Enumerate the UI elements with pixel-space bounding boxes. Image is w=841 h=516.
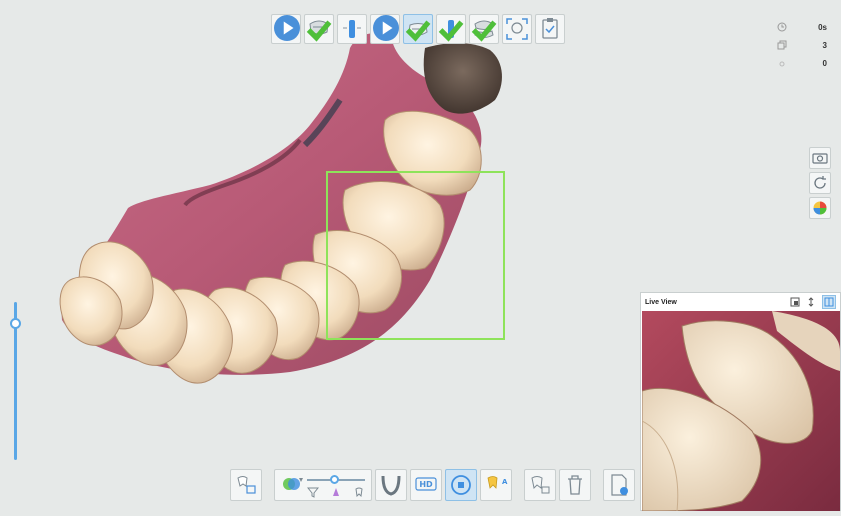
bottom-toolbar: HD A [230,469,635,501]
check-icon [438,20,464,42]
maxilla-done-button[interactable] [304,14,334,44]
capture-button[interactable] [809,147,831,169]
check-icon [306,20,332,42]
bite-done-button[interactable] [469,14,499,44]
report-button[interactable] [603,469,635,501]
review-button[interactable] [535,14,565,44]
play-badge-icon [274,15,300,41]
hd-mode-button[interactable]: HD [410,469,442,501]
ai-scan-button[interactable]: A [480,469,512,501]
live-view-header: Live View [641,293,840,311]
mandible-scan-button[interactable] [370,14,400,44]
depth-slider[interactable] [10,302,21,462]
ai-tooth-icon: A [487,476,508,489]
color-wheel-icon [813,201,827,215]
stat-time: 0s [777,18,827,36]
stop-scan-button[interactable] [445,469,477,501]
live-view-controls [790,295,836,309]
stop-icon [451,475,471,495]
face-scan-button[interactable] [502,14,532,44]
tooth-search-icon [237,476,256,494]
overlap-filter-icon[interactable] [279,472,305,498]
clipboard-check-icon [542,18,558,39]
hd-icon: HD [415,477,437,491]
reset-view-button[interactable] [809,172,831,194]
filter-high-icon [355,487,363,498]
dot-icon [779,61,785,67]
stat-extra-value: 0 [822,58,827,68]
filter-slider-group [274,469,372,501]
scanbody-lower-button[interactable] [436,14,466,44]
split-view-icon [824,297,834,307]
lock-area-button[interactable] [524,469,556,501]
color-map-button[interactable] [809,197,831,219]
mandible-done-button[interactable] [403,14,433,44]
face-scan-icon [506,18,528,40]
stat-time-value: 0s [818,22,827,32]
swap-vertical-icon[interactable] [806,297,816,307]
document-icon [611,474,628,496]
depth-slider-knob[interactable] [10,318,21,329]
check-icon [471,20,497,42]
top-toolbar [271,14,565,46]
tooth-lock-icon [531,476,550,494]
split-view-button[interactable] [822,295,836,309]
pip-icon[interactable] [790,297,800,307]
stat-frames: 3 [777,36,827,54]
refresh-icon [814,176,826,189]
copy-icon [777,40,787,50]
live-camera-feed [642,311,840,511]
camera-icon [812,153,828,164]
live-view-title: Live View [645,298,677,306]
svg-text:A: A [502,478,508,486]
arch-button[interactable] [375,469,407,501]
filter-slider-knob[interactable] [330,475,339,484]
live-camera-image [642,311,840,511]
filter-mid-icon [333,488,339,496]
right-tool-stack [809,147,831,219]
svg-text:HD: HD [419,480,433,489]
filter-low-icon [307,487,319,498]
delete-button[interactable] [559,469,591,501]
play-badge-icon [373,15,399,41]
scan-stats: 0s 3 0 [777,18,827,72]
live-view-panel: Live View [640,292,841,511]
stat-extra: 0 [777,54,827,72]
trash-icon [568,475,582,495]
arch-icon [381,475,401,496]
check-icon [405,20,431,42]
filter-slider[interactable] [305,469,367,501]
stat-frames-value: 3 [822,40,827,50]
scanbody-button[interactable] [337,14,367,44]
maxilla-scan-button[interactable] [271,14,301,44]
scanbody-icon [343,20,361,38]
clock-icon [777,22,787,32]
tooth-filter-button[interactable] [230,469,262,501]
